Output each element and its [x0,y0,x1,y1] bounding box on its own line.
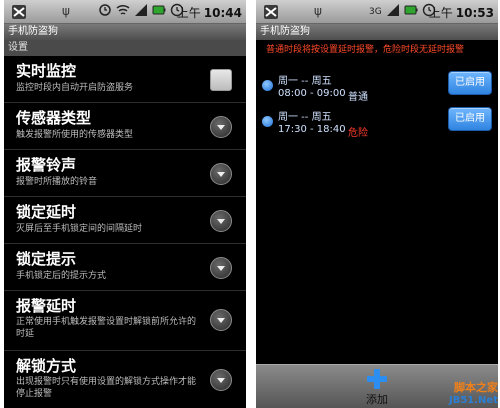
chevron-down-icon[interactable] [210,257,232,279]
app-title: 手机防盗狗 [256,24,498,40]
pref-summary: 监控时段内自动开启防盗服务 [16,83,134,93]
period-days: 周一 -- 周五 [278,76,332,87]
wifi-icon [116,4,130,15]
status-bar: ψ 3G 上午 10:53 [256,0,498,24]
pref-alarm-ringtone[interactable]: 报警铃声 报警时所播放的铃音 [4,150,246,197]
pref-summary: 手机锁定后的提示方式 [16,271,107,281]
period-enabled-button[interactable]: 已启用 [448,71,492,95]
period-level: 危险 [348,128,368,139]
signal-icon [135,4,147,16]
app-icon [12,5,26,19]
status-bar: ψ 上午 10:44 [4,0,246,24]
app-title: 手机防盗狗 [4,24,246,40]
pref-unlock-method[interactable]: 解锁方式 出现报警时只有使用设置的解锁方式操作才能停止报警 [4,351,246,408]
pref-summary: 触发报警所使用的传感器类型 [16,130,134,140]
alarm-icon [99,4,111,16]
realtime-monitor-checkbox[interactable] [210,69,232,91]
pref-summary: 报警时所播放的铃音 [16,177,98,187]
watermark-line2: JB51.Net [449,395,498,406]
status-time: 上午 10:44 [176,6,242,20]
period-item[interactable]: 周一 -- 周五 17:30 - 18:40 危险 已启用 [256,102,498,150]
section-header: 设置 [4,40,246,56]
add-period-button[interactable]: 添加 [355,369,399,407]
pref-title: 锁定延时 [16,203,77,221]
chevron-down-icon[interactable] [210,309,232,331]
pref-title: 解锁方式 [16,357,77,375]
status-time: 上午 10:53 [428,6,494,20]
chevron-down-icon[interactable] [210,116,232,138]
signal-icon [387,4,399,16]
pref-title: 报警铃声 [16,156,77,174]
period-status-icon [262,116,273,127]
period-enabled-button[interactable]: 已启用 [448,107,492,131]
watermark-line1: 脚本之家 [454,381,498,394]
chevron-down-icon[interactable] [210,210,232,232]
usb-icon: ψ [314,4,322,18]
period-days: 周一 -- 周五 [278,112,332,123]
pref-lock-delay[interactable]: 锁定延时 灭屏后至手机锁定间的间隔延时 [4,197,246,244]
pref-title: 报警延时 [16,297,77,315]
period-status-icon [262,80,273,91]
add-label: 添加 [366,393,388,406]
pref-summary: 正常使用手机触发报警设置时解锁前所允许的时延 [16,317,197,339]
usb-icon: ψ [62,4,70,18]
pref-summary: 灭屏后至手机锁定间的间隔延时 [16,224,143,234]
period-time: 08:00 - 09:00 [278,88,346,99]
chevron-down-icon[interactable] [210,163,232,185]
pref-summary: 出现报警时只有使用设置的解锁方式操作才能停止报警 [16,377,197,399]
watermark: 脚本之家 JB51.Net [428,379,498,406]
pref-alarm-delay[interactable]: 报警延时 正常使用手机触发报警设置时解锁前所允许的时延 [4,291,246,351]
pref-title: 传感器类型 [16,109,92,127]
app-icon [264,5,278,19]
settings-list: 实时监控 监控时段内自动开启防盗服务 传感器类型 触发报警所使用的传感器类型 报… [4,56,246,408]
chevron-down-icon[interactable] [210,369,232,391]
battery-icon [152,5,166,15]
period-time: 17:30 - 18:40 [278,124,346,135]
periods-screen: ψ 3G 上午 10:53 手机防盗狗 普通时段将按设置延时报警，危险时段无延时报… [256,0,498,408]
settings-screen: ψ 上午 10:44 手机防盗狗 设置 实时监控 监控时段内自动开启防盗服务 传感… [4,0,246,408]
plus-icon [367,369,387,389]
period-warning-text: 普通时段将按设置延时报警，危险时段无延时报警 [266,45,465,55]
pref-lock-prompt[interactable]: 锁定提示 手机锁定后的提示方式 [4,244,246,291]
data-3g-icon: 3G [369,7,382,17]
pref-title: 实时监控 [16,62,77,80]
svg-text:3G: 3G [369,7,382,17]
battery-icon [404,5,418,15]
pref-realtime-monitor[interactable]: 实时监控 监控时段内自动开启防盗服务 [4,56,246,103]
period-level: 普通 [348,92,368,103]
pref-sensor-type[interactable]: 传感器类型 触发报警所使用的传感器类型 [4,103,246,150]
pref-title: 锁定提示 [16,250,77,268]
